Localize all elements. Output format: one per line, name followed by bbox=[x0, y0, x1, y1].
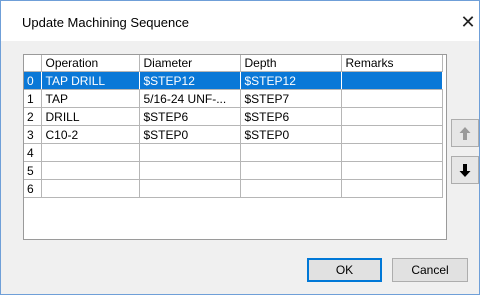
cell-remarks[interactable] bbox=[341, 143, 443, 162]
column-header-diameter[interactable]: Diameter bbox=[139, 55, 241, 72]
cell-operation[interactable] bbox=[41, 179, 140, 198]
table-row[interactable]: 0 TAP DRILL $STEP12 $STEP12 bbox=[24, 71, 443, 90]
cell-depth[interactable] bbox=[240, 179, 342, 198]
column-header-depth[interactable]: Depth bbox=[240, 55, 342, 72]
cell-operation[interactable] bbox=[41, 143, 140, 162]
cell-operation[interactable] bbox=[41, 161, 140, 180]
cell-remarks[interactable] bbox=[341, 125, 443, 144]
cell-remarks[interactable] bbox=[341, 71, 443, 90]
move-down-button[interactable] bbox=[451, 156, 479, 184]
table-row[interactable]: 3 C10-2 $STEP0 $STEP0 bbox=[24, 125, 443, 144]
title-bar: Update Machining Sequence ✕ bbox=[1, 1, 479, 41]
cell-remarks[interactable] bbox=[341, 161, 443, 180]
cell-remarks[interactable] bbox=[341, 179, 443, 198]
cell-depth[interactable]: $STEP0 bbox=[240, 125, 342, 144]
cell-operation[interactable]: DRILL bbox=[41, 107, 140, 126]
move-up-button[interactable] bbox=[451, 119, 479, 147]
cell-operation[interactable]: C10-2 bbox=[41, 125, 140, 144]
grid-body: 0 TAP DRILL $STEP12 $STEP12 1 TAP 5/16-24 UNF-… bbox=[24, 71, 443, 198]
cell-operation[interactable]: TAP bbox=[41, 89, 140, 108]
ok-button[interactable]: OK bbox=[307, 258, 382, 282]
cell-remarks[interactable] bbox=[341, 89, 443, 108]
close-icon[interactable]: ✕ bbox=[457, 7, 479, 37]
cell-diameter[interactable]: 5/16-24 UNF-... bbox=[139, 89, 241, 108]
grid-header-row: Operation Diameter Depth Remarks bbox=[24, 55, 443, 72]
dialog-title: Update Machining Sequence bbox=[22, 15, 189, 30]
cell-index: 5 bbox=[24, 161, 42, 180]
cell-diameter[interactable]: $STEP0 bbox=[139, 125, 241, 144]
table-row[interactable]: 5 bbox=[24, 161, 443, 180]
table-row[interactable]: 6 bbox=[24, 179, 443, 198]
cell-diameter[interactable] bbox=[139, 161, 241, 180]
cell-diameter[interactable] bbox=[139, 143, 241, 162]
cell-index: 2 bbox=[24, 107, 42, 126]
cell-diameter[interactable]: $STEP6 bbox=[139, 107, 241, 126]
cell-index: 0 bbox=[24, 71, 42, 90]
column-header-remarks[interactable]: Remarks bbox=[341, 55, 443, 72]
cell-depth[interactable] bbox=[240, 161, 342, 180]
cell-operation[interactable]: TAP DRILL bbox=[41, 71, 140, 90]
table-row[interactable]: 2 DRILL $STEP6 $STEP6 bbox=[24, 107, 443, 126]
table-row[interactable]: 1 TAP 5/16-24 UNF-... $STEP7 bbox=[24, 89, 443, 108]
arrow-up-icon bbox=[459, 126, 471, 140]
arrow-down-icon bbox=[459, 163, 471, 177]
cell-diameter[interactable] bbox=[139, 179, 241, 198]
cell-index: 6 bbox=[24, 179, 42, 198]
update-machining-sequence-dialog: Update Machining Sequence ✕ Operation Di… bbox=[0, 0, 480, 295]
cell-depth[interactable]: $STEP7 bbox=[240, 89, 342, 108]
sequence-grid[interactable]: Operation Diameter Depth Remarks 0 TAP DR… bbox=[23, 54, 447, 240]
cell-index: 3 bbox=[24, 125, 42, 144]
cell-index: 4 bbox=[24, 143, 42, 162]
column-header-index bbox=[24, 55, 42, 72]
cell-depth[interactable]: $STEP6 bbox=[240, 107, 342, 126]
column-header-operation[interactable]: Operation bbox=[41, 55, 140, 72]
cell-depth[interactable] bbox=[240, 143, 342, 162]
cell-diameter[interactable]: $STEP12 bbox=[139, 71, 241, 90]
table-row[interactable]: 4 bbox=[24, 143, 443, 162]
cancel-button[interactable]: Cancel bbox=[392, 258, 468, 282]
cell-index: 1 bbox=[24, 89, 42, 108]
cell-depth[interactable]: $STEP12 bbox=[240, 71, 342, 90]
cell-remarks[interactable] bbox=[341, 107, 443, 126]
